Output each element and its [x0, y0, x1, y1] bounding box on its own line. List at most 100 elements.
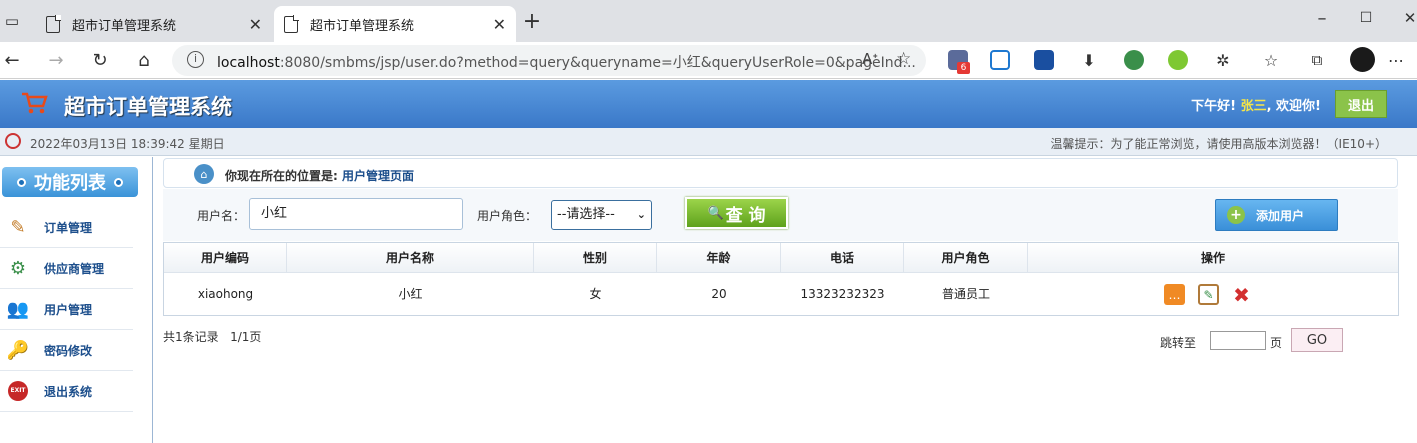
sidebar-item-label: 用户管理: [44, 302, 93, 317]
tab-title: 超市订单管理系统: [72, 18, 177, 34]
view-icon[interactable]: …: [1164, 284, 1185, 305]
cell-code: xiaohong: [197, 287, 254, 301]
page-icon: [284, 14, 299, 33]
globe-ext-icon[interactable]: [1124, 50, 1144, 70]
username-input[interactable]: 小红: [249, 198, 463, 230]
user-table: 用户编码 用户名称 性别 年龄 电话 用户角色 操作 xiaohong 小红 女…: [163, 242, 1399, 316]
cell-age: 20: [711, 287, 727, 301]
close-icon[interactable]: ✕: [249, 15, 262, 34]
greeting: 下午好! 张三, 欢迎你!: [1191, 95, 1321, 114]
tab-title: 超市订单管理系统: [310, 18, 415, 34]
add-user-button[interactable]: + 添加用户: [1215, 199, 1338, 231]
home-icon: ⌂: [194, 164, 214, 184]
sidebar-item-users[interactable]: 👥 用户管理: [0, 289, 133, 330]
col-header-role: 用户角色: [904, 243, 1028, 273]
reload-icon[interactable]: ↻: [88, 48, 112, 72]
new-tab-icon[interactable]: +: [520, 9, 544, 34]
back-icon[interactable]: ←: [0, 48, 24, 72]
more-icon[interactable]: ⋯: [1384, 48, 1408, 72]
logout-button[interactable]: 退出: [1335, 90, 1387, 118]
sidebar-item-label: 订单管理: [44, 220, 93, 235]
app-title: 超市订单管理系统: [64, 95, 232, 119]
username-label: 用户名：: [197, 209, 246, 223]
home-icon[interactable]: ⌂: [132, 48, 156, 72]
minimize-icon[interactable]: –: [1310, 6, 1334, 30]
query-button[interactable]: 🔍 查 询: [685, 197, 788, 229]
favorite-icon[interactable]: ☆: [896, 49, 911, 69]
cell-name: 小红: [398, 287, 423, 301]
cell-phone: 13323232323: [800, 287, 885, 301]
col-header-age: 年龄: [657, 243, 781, 273]
page-label: 页: [1270, 336, 1283, 350]
sidebar-item-exit[interactable]: EXIT 退出系统: [0, 371, 133, 412]
col-header-name: 用户名称: [287, 243, 534, 273]
role-selected: --请选择--: [557, 207, 615, 222]
profile-avatar[interactable]: [1350, 47, 1375, 72]
favorites-icon[interactable]: ☆: [1259, 48, 1283, 72]
tab-actions-icon[interactable]: ▭: [0, 9, 24, 33]
function-list-title: 功能列表: [34, 173, 106, 194]
collections-ext-icon[interactable]: [1034, 50, 1054, 70]
sidebar-item-label: 密码修改: [44, 343, 93, 358]
record-count: 共1条记录 1/1页: [163, 330, 262, 344]
sidebar-item-label: 供应商管理: [44, 261, 105, 276]
jump-label: 跳转至: [1160, 336, 1197, 350]
greeting-prefix: 下午好!: [1191, 99, 1237, 114]
greeting-suffix: , 欢迎你!: [1266, 99, 1321, 114]
role-select[interactable]: --请选择-- ⌄: [551, 200, 652, 230]
sidebar-item-suppliers[interactable]: ⚙ 供应商管理: [0, 248, 133, 289]
collections-icon[interactable]: ⧉: [1305, 48, 1329, 72]
sidebar-item-label: 退出系统: [44, 384, 93, 399]
browser-tab-1[interactable]: 超市订单管理系统 ✕: [36, 6, 272, 42]
table-header: 用户编码 用户名称 性别 年龄 电话 用户角色 操作: [164, 243, 1398, 273]
page-input[interactable]: [1210, 331, 1266, 350]
window-close-icon[interactable]: ✕: [1398, 6, 1417, 30]
role-label: 用户角色：: [477, 209, 538, 223]
users-icon: 👥: [6, 298, 30, 320]
col-header-gender: 性别: [534, 243, 657, 273]
search-panel: 用户名： 小红 用户角色： --请选择-- ⌄ 🔍 查 询 + 添加用户: [163, 189, 1398, 241]
url-text: localhost:8080/smbms/jsp/user.do?method=…: [217, 52, 916, 72]
puzzle-icon[interactable]: ✲: [1211, 48, 1235, 72]
url-field[interactable]: i localhost:8080/smbms/jsp/user.do?metho…: [172, 45, 926, 76]
maximize-icon[interactable]: ☐: [1354, 6, 1378, 30]
key-icon: 🔑: [6, 339, 30, 361]
function-list-header: 功能列表: [2, 167, 138, 197]
cell-gender: 女: [589, 287, 602, 301]
download-icon[interactable]: ⬇: [1077, 48, 1101, 72]
breadcrumb-prefix: 你现在所在的位置是:: [225, 169, 338, 183]
url-host: localhost: [217, 55, 280, 71]
url-path: :8080/smbms/jsp/user.do?method=query&que…: [279, 55, 916, 71]
forward-icon[interactable]: →: [44, 48, 68, 72]
close-icon[interactable]: ✕: [493, 15, 506, 34]
cell-role: 普通员工: [941, 287, 990, 301]
sync-icon[interactable]: [990, 50, 1010, 70]
chevron-down-icon: ⌄: [636, 208, 646, 221]
breadcrumb-text: 你现在所在的位置是: 用户管理页面: [225, 167, 414, 184]
go-button[interactable]: GO: [1291, 328, 1343, 352]
magnifier-icon: 🔍: [707, 205, 724, 221]
exit-icon: EXIT: [4, 378, 32, 404]
delete-icon[interactable]: ✖: [1231, 283, 1252, 307]
read-aloud-icon[interactable]: Aᐩ: [862, 50, 878, 68]
sidebar: 功能列表 ✎ 订单管理 ⚙ 供应商管理 👥 用户管理 🔑 密码修改 EXIT 退…: [0, 157, 153, 443]
page-icon: [46, 14, 61, 33]
sidebar-item-orders[interactable]: ✎ 订单管理: [0, 207, 133, 248]
datetime: 2022年03月13日 18:39:42 星期日: [30, 137, 225, 151]
browser-tab-bar: ▭ 超市订单管理系统 ✕ 超市订单管理系统 ✕ + – ☐ ✕: [0, 0, 1417, 42]
browser-tab-2[interactable]: 超市订单管理系统 ✕: [274, 6, 516, 42]
add-user-label: 添加用户: [1256, 208, 1305, 223]
username: 张三: [1240, 99, 1267, 114]
col-header-actions: 操作: [1200, 251, 1225, 265]
info-icon[interactable]: i: [187, 51, 204, 68]
edit-icon[interactable]: ✎: [1198, 284, 1219, 305]
green-ext-icon[interactable]: [1168, 50, 1188, 70]
app-header: 超市订单管理系统 下午好! 张三, 欢迎你! 退出: [0, 80, 1417, 128]
bullet-icon: [17, 177, 26, 187]
cart-icon: [22, 92, 48, 114]
pen-icon: ✎: [10, 216, 26, 238]
col-header-code: 用户编码: [164, 243, 287, 273]
sidebar-item-password[interactable]: 🔑 密码修改: [0, 330, 133, 371]
chart-icon: ⚙: [9, 257, 27, 279]
browser-address-bar: ← → ↻ ⌂ i localhost:8080/smbms/jsp/user.…: [0, 42, 1417, 79]
